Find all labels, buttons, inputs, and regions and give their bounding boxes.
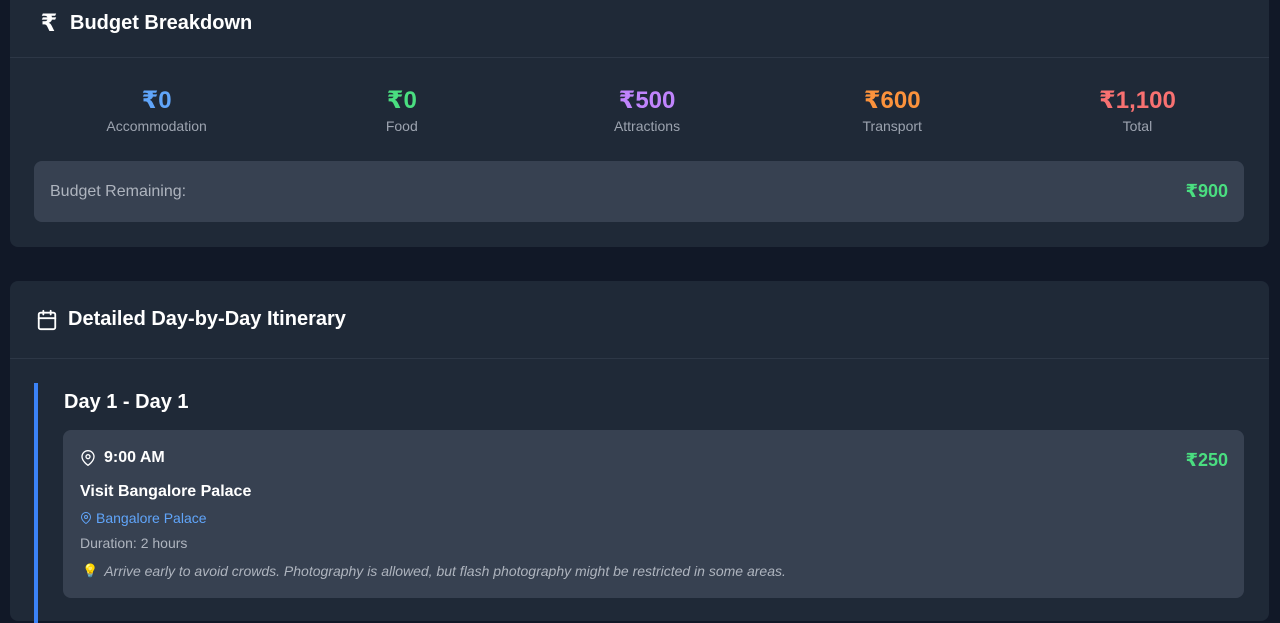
day-title: Day 1 - Day 1 bbox=[64, 391, 189, 413]
stat-total: ₹1,100 Total bbox=[1015, 86, 1260, 135]
stat-accommodation: ₹0 Accommodation bbox=[34, 86, 279, 135]
activity-cost: ₹250 bbox=[1185, 450, 1228, 470]
stat-transport: ₹600 Transport bbox=[770, 86, 1015, 135]
itinerary-card: Detailed Day-by-Day Itinerary Day 1 - Da… bbox=[10, 281, 1269, 623]
stat-label: Attractions bbox=[613, 118, 681, 134]
activity-duration: Duration: 2 hours bbox=[80, 535, 188, 551]
activity-time-row: 9:00 AM bbox=[80, 449, 165, 467]
budget-remaining-value: ₹900 bbox=[1185, 181, 1228, 201]
activity-card[interactable]: 9:00 AM ₹250 Visit Bangalore Palace Bang… bbox=[63, 430, 1244, 598]
budget-remaining-bar: Budget Remaining: ₹900 bbox=[34, 161, 1244, 222]
rupee-icon: ₹ bbox=[40, 9, 58, 37]
budget-breakdown-card: ₹ Budget Breakdown ₹0 Accommodation ₹0 F… bbox=[10, 0, 1269, 247]
activity-title: Visit Bangalore Palace bbox=[80, 483, 252, 500]
lightbulb-icon: 💡 bbox=[82, 563, 99, 578]
activity-tip-text: Arrive early to avoid crowds. Photograph… bbox=[104, 563, 786, 579]
day-block: Day 1 - Day 1 9:00 AM ₹250 Visit Bangalo… bbox=[34, 383, 1248, 623]
stat-value: ₹0 bbox=[141, 87, 172, 114]
activity-location-link[interactable]: Bangalore Palace bbox=[80, 510, 207, 526]
budget-header: ₹ Budget Breakdown bbox=[10, 0, 1269, 58]
budget-stats: ₹0 Accommodation ₹0 Food ₹500 Attraction… bbox=[34, 86, 1260, 135]
itinerary-header: Detailed Day-by-Day Itinerary bbox=[10, 281, 1269, 359]
budget-title: Budget Breakdown bbox=[70, 12, 253, 34]
stat-value: ₹500 bbox=[618, 87, 676, 114]
activity-tip: 💡 Arrive early to avoid crowds. Photogra… bbox=[82, 563, 786, 579]
itinerary-title: Detailed Day-by-Day Itinerary bbox=[68, 308, 346, 330]
stat-food: ₹0 Food bbox=[279, 86, 524, 135]
budget-remaining-label: Budget Remaining: bbox=[50, 182, 187, 200]
stat-value: ₹1,100 bbox=[1099, 87, 1176, 114]
location-pin-icon bbox=[81, 512, 91, 524]
activity-location: Bangalore Palace bbox=[96, 510, 207, 526]
map-pin-icon bbox=[81, 450, 95, 466]
stat-label: Total bbox=[1122, 118, 1153, 134]
calendar-icon bbox=[36, 309, 58, 331]
stat-label: Food bbox=[385, 118, 418, 134]
stat-label: Accommodation bbox=[106, 118, 207, 134]
stat-value: ₹0 bbox=[386, 87, 417, 114]
stat-label: Transport bbox=[862, 118, 922, 134]
activity-time: 9:00 AM bbox=[104, 449, 165, 466]
stat-attractions: ₹500 Attractions bbox=[524, 86, 769, 135]
stat-value: ₹600 bbox=[863, 87, 921, 114]
